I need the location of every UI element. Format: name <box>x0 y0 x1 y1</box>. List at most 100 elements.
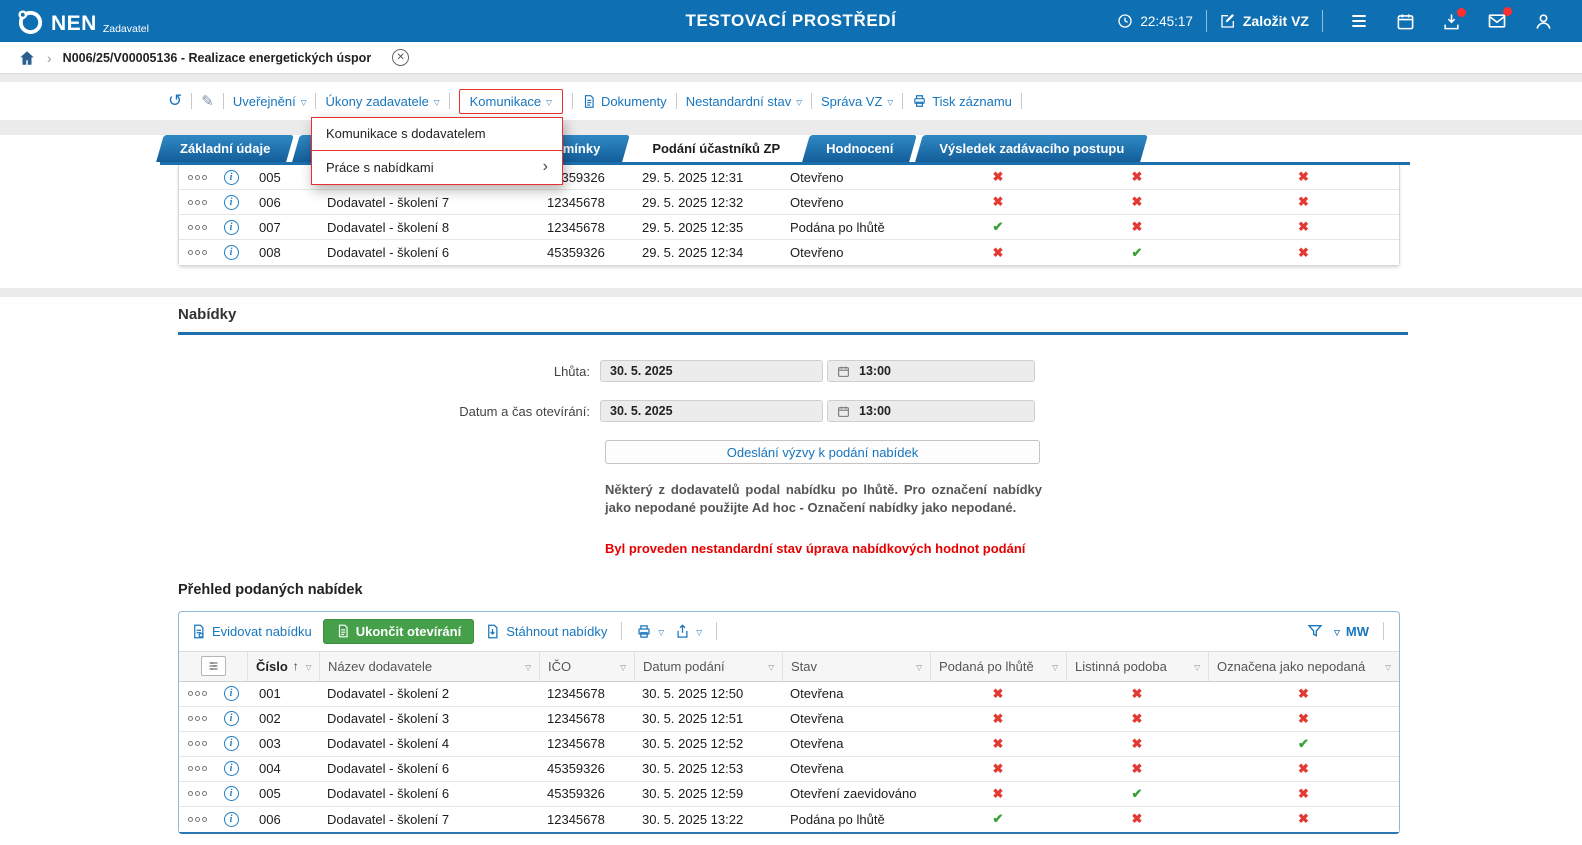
cell-number: 004 <box>247 757 319 781</box>
cell-unmarked: ✖ <box>1208 707 1399 731</box>
download-offers-button[interactable]: Stáhnout nabídky <box>485 624 607 639</box>
nen-logo[interactable]: NEN Zadavatel <box>16 7 149 36</box>
opening-time-field[interactable]: 13:00 <box>827 400 1035 422</box>
row-actions-icon[interactable] <box>188 741 207 746</box>
menu-nestandardni-stav[interactable]: Nestandardní stav▽ <box>686 90 802 113</box>
table-row[interactable]: i006Dodavatel - školení 71234567829. 5. … <box>179 190 1399 215</box>
table-row[interactable]: i003Dodavatel - školení 41234567830. 5. … <box>179 732 1399 757</box>
deadline-time-field[interactable]: 13:00 <box>827 360 1035 382</box>
refresh-icon[interactable]: ↺ <box>168 94 182 108</box>
filter-caret-icon[interactable]: ▽ <box>1052 663 1058 672</box>
opening-date-field[interactable]: 30. 5. 2025 <box>600 400 823 422</box>
section-underline <box>178 332 1408 335</box>
main-menu-button[interactable] <box>1336 11 1382 31</box>
info-icon[interactable]: i <box>224 786 239 801</box>
filter-caret-icon[interactable]: ▽ <box>1194 663 1200 672</box>
menu-dokumenty[interactable]: Dokumenty <box>582 90 667 113</box>
send-invitation-button[interactable]: Odeslání výzvy k podání nabídek <box>605 440 1040 464</box>
cell-supplier-name: Dodavatel - školení 7 <box>319 807 539 832</box>
cell-ico: 12345678 <box>539 732 634 756</box>
tab-zakladni-udaje[interactable]: Základní údaje <box>160 135 290 162</box>
menu-komunikace[interactable]: Komunikace▽ <box>470 94 552 109</box>
cell-number: 005 <box>247 165 319 189</box>
filter-caret-icon[interactable]: ▽ <box>306 663 312 672</box>
table-row[interactable]: i004Dodavatel - školení 64535932630. 5. … <box>179 757 1399 782</box>
end-opening-button[interactable]: Ukončit otevírání <box>323 619 474 644</box>
table-row[interactable]: i002Dodavatel - školení 31234567830. 5. … <box>179 707 1399 732</box>
tab-podani-ucastniku-zp[interactable]: Podání účastníků ZP <box>632 135 800 162</box>
filter-button[interactable] <box>1307 623 1323 639</box>
filter-caret-icon[interactable]: ▽ <box>768 663 774 672</box>
info-icon[interactable]: i <box>224 736 239 751</box>
print-table-button[interactable]: ▽ <box>636 624 664 639</box>
menu-item-prace-s-nabidkami[interactable]: Práce s nabídkami › <box>312 151 562 184</box>
row-actions-icon[interactable] <box>188 225 207 230</box>
chevron-down-icon: ▽ <box>301 98 307 107</box>
row-actions-icon[interactable] <box>188 691 207 696</box>
check-icon: ✔ <box>993 219 1004 235</box>
info-icon[interactable]: i <box>224 195 239 210</box>
info-icon[interactable]: i <box>224 220 239 235</box>
filter-caret-icon[interactable]: ▽ <box>620 663 626 672</box>
table-row[interactable]: i001Dodavatel - školení 21234567830. 5. … <box>179 682 1399 707</box>
menu-tisk-zaznamu[interactable]: Tisk záznamu <box>912 90 1012 113</box>
cell-date: 29. 5. 2025 12:35 <box>634 215 782 239</box>
chevron-down-icon: ▽ <box>546 98 552 107</box>
calendar-icon <box>837 405 850 418</box>
menu-item-komunikace-s-dodavatelem[interactable]: Komunikace s dodavatelem <box>312 118 562 151</box>
table-row[interactable]: i008Dodavatel - školení 64535932629. 5. … <box>179 240 1399 265</box>
column-header-nazev[interactable]: Název dodavatele▽ <box>319 652 539 681</box>
column-header-ico[interactable]: IČO▽ <box>539 652 634 681</box>
column-header-oznacena-jako-nepodana[interactable]: Označena jako nepodaná▽ <box>1208 652 1399 681</box>
info-icon[interactable]: i <box>224 761 239 776</box>
user-profile-button[interactable] <box>1520 12 1566 31</box>
downloads-button[interactable] <box>1428 12 1474 31</box>
row-actions-icon[interactable] <box>188 200 207 205</box>
row-actions-icon[interactable] <box>188 791 207 796</box>
home-icon[interactable] <box>18 49 36 67</box>
info-icon[interactable]: i <box>224 812 239 827</box>
cell-supplier-name: Dodavatel - školení 8 <box>319 215 539 239</box>
row-actions-icon[interactable] <box>188 817 207 822</box>
table-row[interactable]: i007Dodavatel - školení 81234567829. 5. … <box>179 215 1399 240</box>
edit-record-icon[interactable]: ✎ <box>201 92 214 110</box>
row-actions-icon[interactable] <box>188 716 207 721</box>
table-row[interactable]: i005Dodavatel - školení 64535932630. 5. … <box>179 782 1399 807</box>
column-header-listinna-podoba[interactable]: Listinná podoba▽ <box>1066 652 1208 681</box>
menu-sprava-vz[interactable]: Správa VZ▽ <box>821 90 893 113</box>
record-offer-button[interactable]: Evidovat nabídku <box>191 624 312 639</box>
column-header-cislo[interactable]: Číslo ↑ ▽ <box>247 652 319 681</box>
tab-vysledek-zadavaciho-postupu[interactable]: Výsledek zadávacího postupu <box>919 135 1144 162</box>
table-row[interactable]: i006Dodavatel - školení 71234567830. 5. … <box>179 807 1399 832</box>
column-header-datum[interactable]: Datum podání▽ <box>634 652 782 681</box>
row-actions-icon[interactable] <box>188 766 207 771</box>
info-icon[interactable]: i <box>224 711 239 726</box>
row-actions-icon[interactable] <box>188 250 207 255</box>
tab-hodnoceni[interactable]: Hodnocení <box>806 135 913 162</box>
cell-ico: 12345678 <box>539 682 634 706</box>
filter-caret-icon[interactable]: ▽ <box>916 663 922 672</box>
column-header-podana-po-lhute[interactable]: Podaná po lhůtě▽ <box>930 652 1066 681</box>
filter-caret-icon[interactable]: ▽ <box>1385 663 1391 672</box>
messages-button[interactable] <box>1474 11 1520 31</box>
cross-icon: ✖ <box>1132 686 1143 702</box>
row-actions-icon[interactable] <box>188 175 207 180</box>
check-icon: ✔ <box>1132 245 1143 261</box>
column-settings-button[interactable] <box>201 656 226 676</box>
export-table-button[interactable]: ▽ <box>675 624 702 639</box>
view-selector-mw[interactable]: ▽ MW <box>1334 624 1369 639</box>
menu-uverejneni[interactable]: Uveřejnění▽ <box>233 90 307 113</box>
record-offer-icon <box>191 624 206 639</box>
filter-caret-icon[interactable]: ▽ <box>525 663 531 672</box>
deadline-date-field[interactable]: 30. 5. 2025 <box>600 360 823 382</box>
info-icon[interactable]: i <box>224 170 239 185</box>
cell-supplier-name: Dodavatel - školení 4 <box>319 732 539 756</box>
cell-number: 008 <box>247 240 319 265</box>
close-record-icon[interactable]: ✕ <box>392 49 409 66</box>
calendar-button[interactable] <box>1382 12 1428 31</box>
column-header-stav[interactable]: Stav▽ <box>782 652 930 681</box>
menu-ukony-zadavatele[interactable]: Úkony zadavatele▽ <box>325 90 439 113</box>
info-icon[interactable]: i <box>224 245 239 260</box>
info-icon[interactable]: i <box>224 686 239 701</box>
create-vz-button[interactable]: Založit VZ <box>1220 13 1309 29</box>
